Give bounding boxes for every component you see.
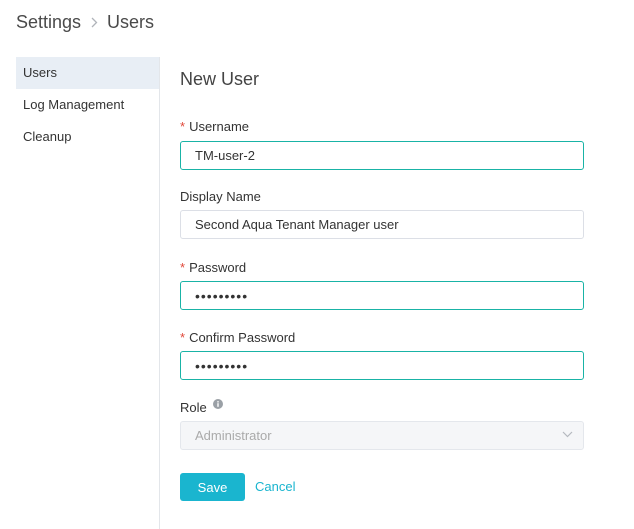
username-label: * Username	[180, 119, 249, 134]
info-icon[interactable]	[212, 398, 223, 409]
password-label-text: Password	[189, 260, 247, 275]
confirm-password-input[interactable]	[180, 351, 584, 380]
username-label-text: Username	[189, 119, 250, 134]
role-label-text: Role	[180, 400, 207, 415]
cancel-button[interactable]: Cancel	[255, 473, 295, 501]
chevron-down-icon	[562, 431, 573, 438]
display-name-label: Display Name	[180, 189, 261, 204]
password-label: * Password	[180, 260, 246, 275]
required-marker: *	[180, 330, 186, 345]
role-select-value: Administrator	[195, 428, 272, 443]
password-input[interactable]	[180, 281, 584, 310]
breadcrumb-settings[interactable]: Settings	[16, 12, 81, 33]
sidebar-item-log-management[interactable]: Log Management	[16, 89, 159, 121]
breadcrumb: Settings Users	[16, 10, 154, 34]
required-marker: *	[180, 119, 186, 134]
settings-sidebar: Users Log Management Cleanup	[16, 57, 160, 529]
breadcrumb-users: Users	[107, 11, 155, 32]
sidebar-item-cleanup[interactable]: Cleanup	[16, 121, 159, 153]
display-name-label-text: Display Name	[180, 189, 261, 204]
confirm-password-label: * Confirm Password	[180, 330, 295, 345]
display-name-input[interactable]	[180, 210, 584, 239]
username-input[interactable]	[180, 141, 584, 170]
save-button[interactable]: Save	[180, 473, 245, 501]
sidebar-item-users[interactable]: Users	[16, 57, 159, 89]
role-select[interactable]: Administrator	[180, 421, 584, 450]
required-marker: *	[180, 260, 186, 275]
role-label: Role	[180, 398, 223, 415]
chevron-right-icon	[91, 17, 98, 28]
confirm-password-label-text: Confirm Password	[189, 330, 296, 345]
form-title: New User	[180, 69, 260, 89]
